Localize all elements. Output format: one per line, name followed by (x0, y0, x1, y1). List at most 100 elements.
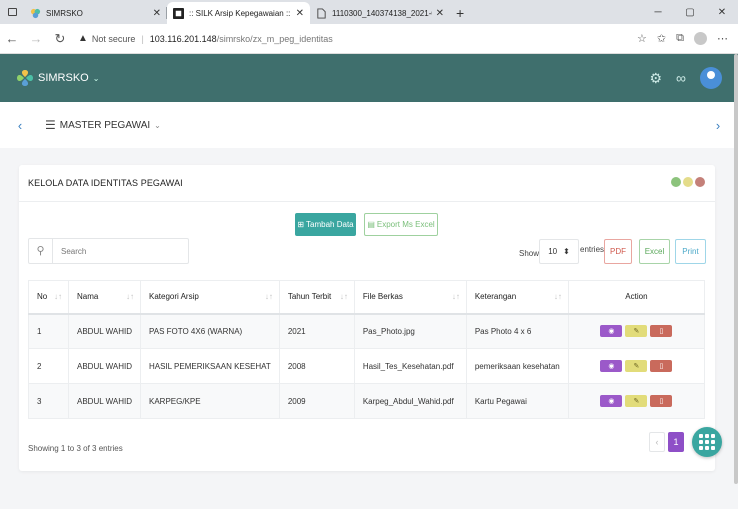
chevron-right-icon[interactable]: › (698, 118, 738, 133)
sort-updown-icon: ⬍ (563, 247, 570, 256)
url-path: /simrsko/zx_m_peg_identitas (216, 33, 333, 44)
search-box: ⚲ (28, 238, 189, 264)
col-tahun[interactable]: Tahun Terbit ↓↑ (278, 280, 355, 315)
url-host: 103.116.201.148 (149, 33, 217, 44)
print-button[interactable]: Print (675, 239, 706, 264)
pdf-button[interactable]: PDF (604, 239, 632, 264)
app-header: SIMRSKO ⌄ ⚙ ∞ (0, 54, 738, 102)
export-excel-button[interactable]: ▤ Export Ms Excel (364, 213, 438, 236)
breadcrumb[interactable]: MASTER PEGAWAI (60, 120, 150, 131)
url-field[interactable]: ▲ Not secure | 103.116.201.148 /simrsko/… (78, 33, 333, 44)
close-tab-icon[interactable]: ✕ (436, 8, 444, 19)
card-dots (671, 177, 705, 187)
col-file[interactable]: File Berkas ↓↑ (353, 280, 467, 315)
delete-button[interactable]: ▯ (650, 360, 673, 372)
cell-keterangan: Pas Photo 4 x 6 (465, 313, 569, 349)
collections-icon[interactable]: ⧉ (676, 32, 684, 45)
entries-label: entries (580, 245, 605, 254)
col-kategori[interactable]: Kategori Arsip ↓↑ (140, 280, 280, 315)
cell-kategori: HASIL PEMERIKSAAN KESEHAT (140, 348, 280, 384)
cell-action: ◉ ✎ ▯ (567, 348, 706, 384)
close-window-icon[interactable]: ✕ (706, 7, 738, 18)
delete-button[interactable]: ▯ (650, 325, 673, 338)
dot-red[interactable] (695, 177, 705, 187)
trash-icon: ▯ (659, 398, 664, 405)
grid-menu-fab[interactable] (692, 427, 722, 457)
pencil-icon: ✎ (633, 398, 640, 405)
view-button[interactable]: ◉ (600, 395, 623, 407)
cell-file: Hasil_Tes_Kesehatan.pdf (353, 348, 467, 384)
app-title[interactable]: SIMRSKO (38, 72, 89, 84)
cell-nama: ABDUL WAHID (68, 313, 141, 349)
binoculars-icon[interactable]: ∞ (676, 70, 686, 86)
pencil-icon: ✎ (633, 328, 640, 336)
new-tab-button[interactable]: + (450, 2, 470, 24)
profile-avatar[interactable] (694, 32, 707, 45)
col-nama[interactable]: Nama ↓↑ (68, 280, 141, 315)
cell-file: Pas_Photo.jpg (353, 313, 467, 349)
browser-tab-silk[interactable]: :: SILK Arsip Kepegawaian :: Kem ✕ (167, 2, 310, 24)
add-data-button[interactable]: ⊞ Tambah Data (295, 213, 356, 236)
maximize-icon[interactable]: ▢ (674, 7, 706, 18)
edit-button[interactable]: ✎ (625, 360, 648, 372)
page-button-current[interactable]: 1 (668, 432, 684, 452)
user-avatar-icon[interactable] (700, 67, 722, 89)
forward-icon[interactable]: → (24, 31, 48, 46)
sort-icon: ↓↑ (126, 292, 134, 301)
cell-file: Karpeg_Abdul_Wahid.pdf (353, 383, 467, 419)
cell-no: 1 (28, 313, 69, 349)
chevron-left-icon[interactable]: ‹ (0, 118, 40, 133)
back-icon[interactable]: ← (0, 31, 24, 46)
browser-tab-pdf[interactable]: 1110300_140374138_2021-02-2 ✕ (310, 2, 450, 24)
page-scrollbar[interactable] (734, 54, 738, 484)
favorites-icon[interactable]: ✩ (657, 32, 666, 45)
data-table: No ↓↑ Nama ↓↑ Kategori Arsip ↓↑ Tahun Terbi… (28, 280, 706, 419)
search-icon: ⚲ (29, 239, 53, 263)
refresh-icon[interactable]: ↻ (48, 31, 72, 47)
chevron-down-icon[interactable]: ⌄ (154, 121, 161, 130)
eye-icon: ◉ (608, 328, 615, 336)
table-row: 3 ABDUL WAHID KARPEG/KPE 2009 Karpeg_Abd… (28, 383, 706, 419)
col-keterangan[interactable]: Keterangan ↓↑ (465, 280, 569, 315)
menu-icon[interactable]: ☰ (45, 118, 56, 132)
eye-icon: ◉ (608, 363, 615, 370)
favorite-add-icon[interactable]: ☆ (637, 32, 647, 45)
close-tab-icon[interactable]: ✕ (153, 8, 161, 19)
chevron-down-icon[interactable]: ⌄ (93, 74, 100, 83)
cell-nama: ABDUL WAHID (68, 383, 141, 419)
previous-page-button[interactable]: ‹ (649, 432, 665, 452)
gear-icon[interactable]: ⚙ (649, 70, 662, 87)
file-excel-icon: ▤ (367, 220, 375, 229)
sort-icon: ↓↑ (553, 292, 562, 301)
browser-tab-simrsko[interactable]: SIMRSKO ✕ (24, 2, 167, 24)
cell-tahun: 2021 (278, 313, 355, 349)
cell-kategori: PAS FOTO 4X6 (WARNA) (140, 313, 280, 349)
show-label: Show (519, 249, 540, 258)
edit-button[interactable]: ✎ (625, 325, 648, 338)
excel-button[interactable]: Excel (639, 239, 670, 264)
dot-green[interactable] (671, 177, 681, 187)
trash-icon: ▯ (659, 328, 664, 336)
close-tab-icon[interactable]: ✕ (296, 8, 304, 19)
cell-action: ◉ ✎ ▯ (567, 313, 706, 349)
col-no[interactable]: No ↓↑ (28, 280, 69, 315)
search-input[interactable] (53, 246, 183, 256)
pencil-icon: ✎ (633, 363, 640, 370)
delete-button[interactable]: ▯ (650, 395, 673, 407)
edit-button[interactable]: ✎ (625, 395, 648, 407)
table-row: 1 ABDUL WAHID PAS FOTO 4X6 (WARNA) 2021 … (28, 313, 706, 349)
view-button[interactable]: ◉ (600, 325, 623, 338)
view-button[interactable]: ◉ (600, 360, 623, 372)
page-length-select[interactable]: 10 ⬍ (539, 239, 579, 264)
simrsko-favicon (30, 8, 41, 18)
cell-keterangan: Kartu Pegawai (465, 383, 569, 419)
minimize-icon[interactable]: ─ (642, 7, 674, 18)
cell-kategori: KARPEG/KPE (140, 383, 280, 419)
dot-yellow[interactable] (683, 177, 693, 187)
table-row: 2 ABDUL WAHID HASIL PEMERIKSAAN KESEHAT … (28, 348, 706, 384)
document-favicon (317, 7, 326, 19)
cell-no: 3 (28, 383, 69, 419)
simrsko-logo[interactable] (16, 69, 34, 87)
more-menu-icon[interactable]: ⋯ (717, 32, 728, 45)
tab-actions-icon[interactable] (0, 0, 24, 24)
